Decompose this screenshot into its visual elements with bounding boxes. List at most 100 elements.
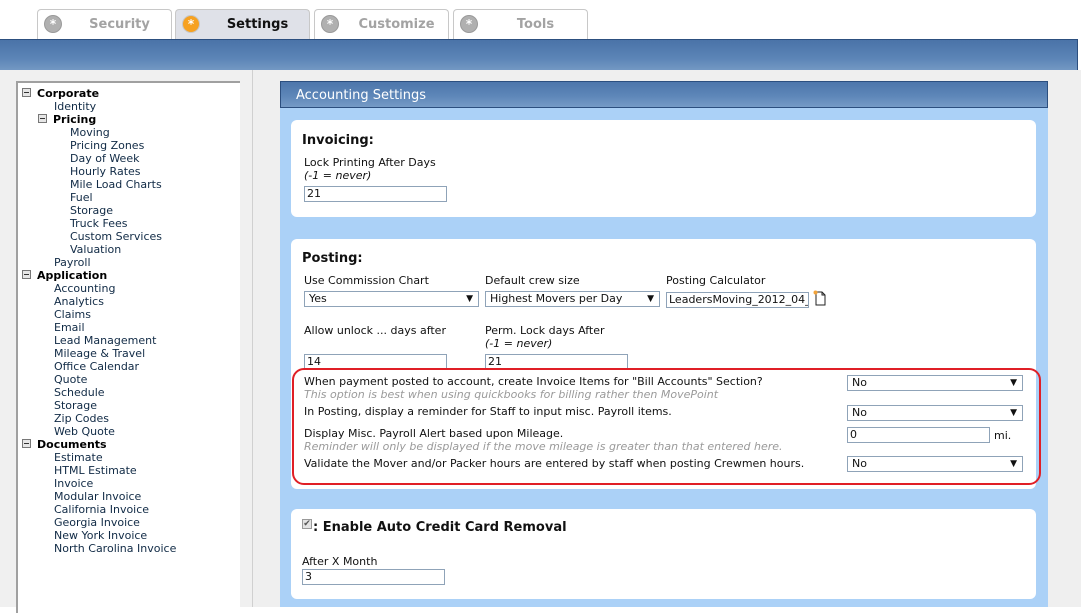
tree-item[interactable]: Pricing Zones <box>70 139 144 152</box>
asterisk-icon: * <box>182 15 200 33</box>
tree-item[interactable]: Storage <box>54 399 97 412</box>
collapse-icon[interactable] <box>22 88 31 97</box>
tree-item[interactable]: California Invoice <box>54 503 149 516</box>
tree-item[interactable]: Day of Week <box>70 152 139 165</box>
tree-group-documents[interactable]: Documents <box>22 438 107 451</box>
tree-group-application[interactable]: Application <box>22 269 107 282</box>
tree-item[interactable]: Web Quote <box>54 425 115 438</box>
validate-hours-label: Validate the Mover and/or Packer hours a… <box>304 457 805 470</box>
payroll-reminder-select[interactable]: No ▼ <box>847 405 1023 421</box>
lock-printing-input[interactable]: 21 <box>304 186 447 202</box>
bill-accounts-hint: This option is best when using quickbook… <box>304 388 719 401</box>
asterisk-icon: * <box>321 15 339 33</box>
new-document-icon[interactable] <box>813 290 827 306</box>
perm-lock-hint: (-1 = never) <box>485 337 553 350</box>
dropdown-arrow-icon: ▼ <box>1010 378 1017 388</box>
mileage-alert-label: Display Misc. Payroll Alert based upon M… <box>304 427 564 440</box>
collapse-icon[interactable] <box>38 114 47 123</box>
tree-group-pricing[interactable]: Pricing <box>38 113 96 126</box>
commission-label: Use Commission Chart <box>304 274 429 287</box>
tree-item[interactable]: Estimate <box>54 451 103 464</box>
tree-group-label: Corporate <box>37 87 100 100</box>
tab-tools[interactable]: * Tools <box>453 9 588 39</box>
select-value: Yes <box>309 292 327 305</box>
tree-item[interactable]: Fuel <box>70 191 93 204</box>
dropdown-arrow-icon: ▼ <box>647 294 654 304</box>
settings-tree: Corporate Identity Pricing Moving Pricin… <box>16 81 240 613</box>
calculator-label: Posting Calculator <box>666 274 766 287</box>
tree-item[interactable]: Invoice <box>54 477 93 490</box>
tab-label: Customize <box>358 17 435 32</box>
tree-item[interactable]: Analytics <box>54 295 104 308</box>
tree-item[interactable]: Truck Fees <box>70 217 128 230</box>
lock-printing-hint: (-1 = never) <box>304 169 372 182</box>
perm-lock-label: Perm. Lock days After <box>485 324 605 337</box>
tree-group-corporate[interactable]: Corporate <box>22 87 99 100</box>
tree-item[interactable]: Identity <box>54 100 96 113</box>
tree-item[interactable]: Hourly Rates <box>70 165 141 178</box>
select-value: Highest Movers per Day <box>490 292 623 305</box>
tree-group-label: Documents <box>37 438 107 451</box>
dropdown-arrow-icon: ▼ <box>1010 408 1017 418</box>
after-month-input[interactable]: 3 <box>302 569 445 585</box>
unlock-label: Allow unlock ... days after <box>304 324 446 337</box>
tree-item[interactable]: HTML Estimate <box>54 464 137 477</box>
tree-item[interactable]: Quote <box>54 373 87 386</box>
select-value: No <box>852 406 867 419</box>
tab-security[interactable]: * Security <box>37 9 172 39</box>
collapse-icon[interactable] <box>22 439 31 448</box>
mileage-alert-hint: Reminder will only be displayed if the m… <box>304 440 783 453</box>
tree-item[interactable]: Moving <box>70 126 110 139</box>
tree-item[interactable]: Valuation <box>70 243 121 256</box>
left-panel: Corporate Identity Pricing Moving Pricin… <box>0 70 253 613</box>
tab-label: Tools <box>516 17 555 32</box>
posting-heading: Posting: <box>302 251 363 266</box>
tree-item[interactable]: Claims <box>54 308 91 321</box>
dropdown-arrow-icon: ▼ <box>466 294 473 304</box>
select-value: No <box>852 457 867 470</box>
tree-item[interactable]: Accounting <box>54 282 115 295</box>
tree-item[interactable]: New York Invoice <box>54 529 147 542</box>
tree-item[interactable]: Mile Load Charts <box>70 178 162 191</box>
tab-label: Settings <box>226 17 289 32</box>
select-value: No <box>852 376 867 389</box>
auto-cc-removal-checkbox[interactable]: ✔ <box>302 519 312 529</box>
crew-size-label: Default crew size <box>485 274 580 287</box>
panel-title: Accounting Settings <box>280 81 1048 108</box>
tree-item[interactable]: Zip Codes <box>54 412 109 425</box>
lock-printing-label: Lock Printing After Days <box>304 156 436 169</box>
collapse-icon[interactable] <box>22 270 31 279</box>
tree-item[interactable]: Lead Management <box>54 334 156 347</box>
crew-size-select[interactable]: Highest Movers per Day ▼ <box>485 291 660 307</box>
tab-settings[interactable]: * Settings <box>175 9 310 39</box>
calculator-input[interactable]: LeadersMoving_2012_04_ <box>666 292 809 308</box>
tab-bar: * Security * Settings * Customize * Tool… <box>0 0 1081 40</box>
tree-item[interactable]: Custom Services <box>70 230 162 243</box>
tree-item[interactable]: Georgia Invoice <box>54 516 140 529</box>
bill-accounts-label: When payment posted to account, create I… <box>304 375 763 388</box>
after-month-label: After X Month <box>302 555 378 568</box>
invoicing-heading: Invoicing: <box>302 133 374 148</box>
asterisk-icon: * <box>44 15 62 33</box>
tree-item[interactable]: Payroll <box>54 256 91 269</box>
validate-hours-select[interactable]: No ▼ <box>847 456 1023 472</box>
commission-select[interactable]: Yes ▼ <box>304 291 479 307</box>
tree-item[interactable]: Mileage & Travel <box>54 347 145 360</box>
header-band <box>0 39 1078 70</box>
payroll-reminder-label: In Posting, display a reminder for Staff… <box>304 405 672 418</box>
tree-item[interactable]: Email <box>54 321 85 334</box>
tree-item[interactable]: Office Calendar <box>54 360 139 373</box>
tab-customize[interactable]: * Customize <box>314 9 449 39</box>
tree-group-label: Pricing <box>53 113 97 126</box>
tree-item[interactable]: North Carolina Invoice <box>54 542 176 555</box>
tree-item[interactable]: Modular Invoice <box>54 490 141 503</box>
dropdown-arrow-icon: ▼ <box>1010 459 1017 469</box>
credit-card-heading: : Enable Auto Credit Card Removal <box>313 520 567 535</box>
tree-group-label: Application <box>37 269 108 282</box>
tree-item[interactable]: Schedule <box>54 386 105 399</box>
bill-accounts-select[interactable]: No ▼ <box>847 375 1023 391</box>
tree-item[interactable]: Storage <box>70 204 113 217</box>
tab-label: Security <box>89 17 150 32</box>
mileage-unit: mi. <box>994 429 1012 442</box>
mileage-alert-input[interactable]: 0 <box>847 427 990 443</box>
